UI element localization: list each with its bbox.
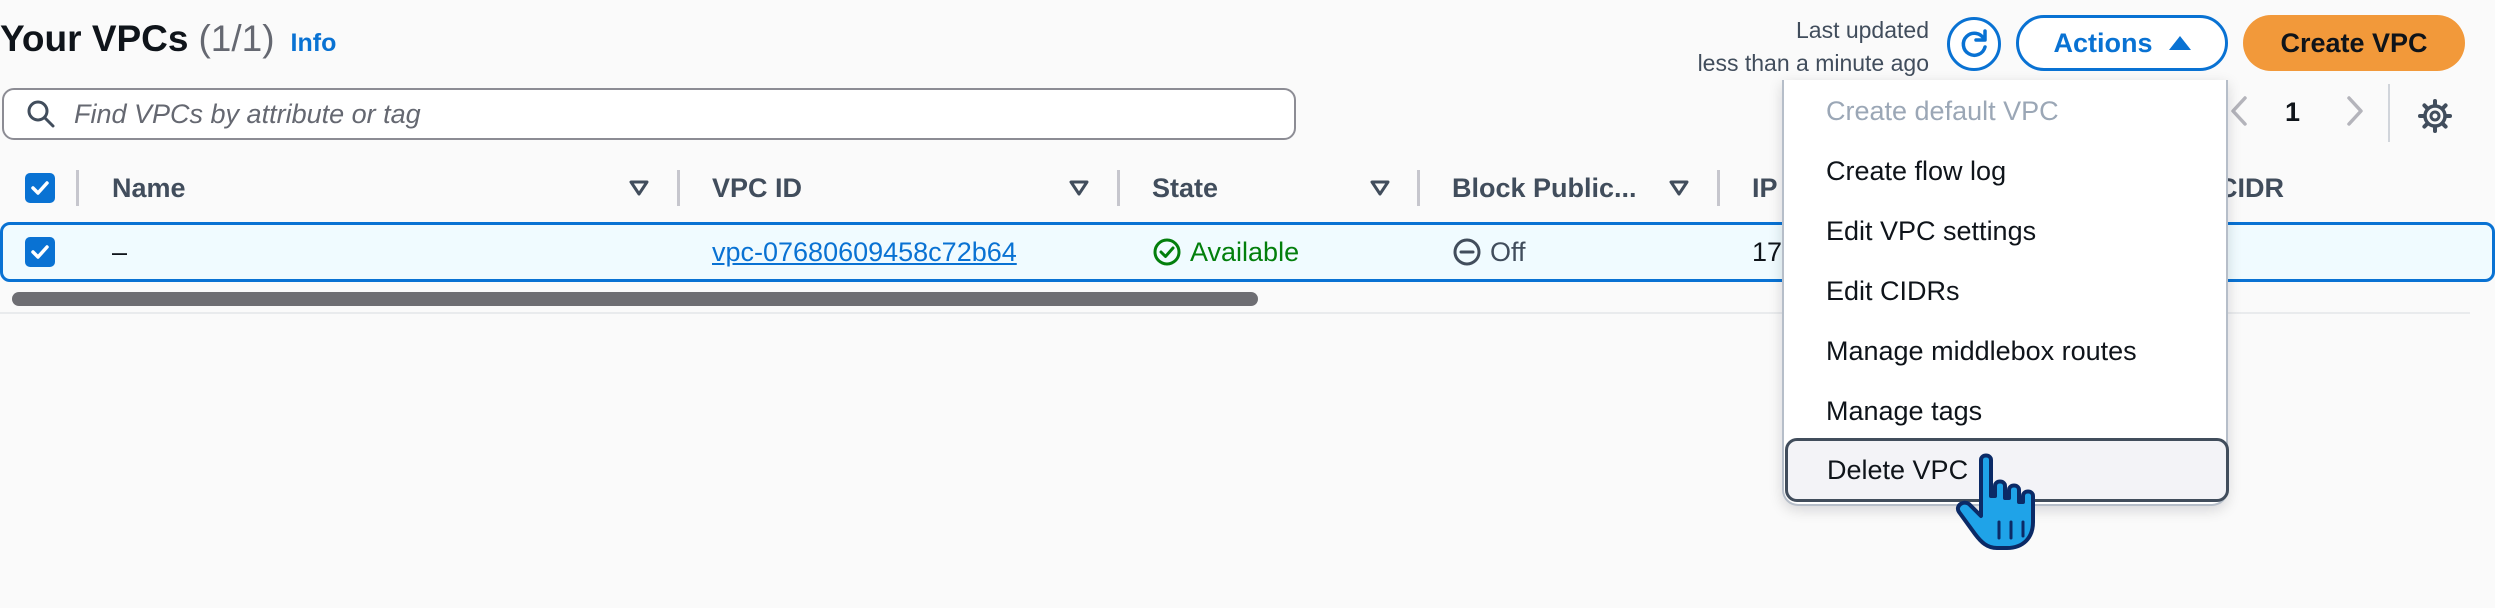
row-checkbox[interactable]: [25, 225, 55, 279]
search-input[interactable]: [74, 98, 1274, 130]
checkmark-icon: [31, 245, 49, 259]
sort-caret-icon[interactable]: [1068, 178, 1090, 198]
status-available: Available: [1152, 237, 1299, 268]
cell-block-public: Off: [1452, 225, 1526, 279]
checkbox-checked: [25, 237, 55, 267]
menu-item-manage-tags[interactable]: Manage tags: [1784, 382, 2230, 440]
select-all-checkbox[interactable]: [25, 160, 55, 216]
page-title: Your VPCs (1/1) Info: [0, 18, 336, 60]
cell-ipv4-cidr: 17: [1752, 236, 1783, 267]
selection-count: (1/1): [198, 18, 275, 59]
vpc-id-link[interactable]: vpc-07680609458c72b64: [712, 237, 1017, 268]
actions-dropdown-menu: Create default VPC Create flow log Edit …: [1782, 80, 2230, 506]
cell-name: –: [112, 236, 128, 267]
table-settings-button[interactable]: [2415, 96, 2455, 136]
checkmark-icon: [31, 181, 49, 195]
refresh-icon: [1961, 29, 1987, 57]
page-title-text: Your VPCs: [0, 18, 189, 59]
menu-item-edit-cidrs[interactable]: Edit CIDRs: [1784, 262, 2230, 320]
create-vpc-button[interactable]: Create VPC: [2243, 15, 2465, 71]
column-header-state[interactable]: State: [1152, 160, 1218, 216]
sort-caret-icon[interactable]: [628, 178, 650, 198]
hand-pointer-cursor-icon: [1956, 453, 2035, 550]
column-separator: [677, 170, 680, 206]
caret-up-icon: [2168, 36, 2191, 50]
menu-item-create-flow-log[interactable]: Create flow log: [1784, 142, 2230, 200]
checkbox-checked: [25, 173, 55, 203]
column-separator: [1417, 170, 1420, 206]
column-separator: [76, 170, 79, 206]
status-off: Off: [1452, 237, 1526, 268]
cell-vpc-id: vpc-07680609458c72b64: [712, 225, 1017, 279]
info-link[interactable]: Info: [291, 29, 337, 58]
column-header-vpc-id[interactable]: VPC ID: [712, 160, 802, 216]
chevron-right-icon[interactable]: [2344, 94, 2366, 137]
search-bar: [2, 88, 1296, 140]
gear-icon: [2418, 99, 2452, 133]
status-off-text: Off: [1490, 236, 1526, 267]
search-icon: [27, 100, 55, 128]
pagination-divider: [2388, 84, 2390, 142]
column-separator: [1117, 170, 1120, 206]
status-text: Available: [1190, 236, 1300, 267]
actions-button[interactable]: Actions: [2016, 15, 2228, 71]
check-circle-icon: [1153, 238, 1181, 266]
last-updated: Last updated less than a minute ago: [1698, 14, 1929, 80]
column-header-block-public[interactable]: Block Public...: [1452, 160, 1637, 216]
actions-button-label: Actions: [2053, 27, 2153, 58]
last-updated-label: Last updated: [1795, 17, 1929, 43]
menu-item-manage-middlebox-routes[interactable]: Manage middlebox routes: [1784, 322, 2230, 380]
last-updated-value: less than a minute ago: [1697, 50, 1929, 76]
chevron-left-icon[interactable]: [2228, 94, 2250, 137]
column-header-ipv4-cidr[interactable]: IP: [1752, 160, 1778, 216]
refresh-button[interactable]: [1947, 17, 2001, 71]
column-separator: [1717, 170, 1720, 206]
pagination-current-page[interactable]: 1: [2285, 97, 2300, 128]
cell-state: Available: [1152, 225, 1299, 279]
sort-caret-icon[interactable]: [1369, 178, 1391, 198]
minus-circle-icon: [1453, 238, 1481, 266]
menu-item-create-default-vpc: Create default VPC: [1826, 95, 2059, 126]
menu-item-edit-vpc-settings[interactable]: Edit VPC settings: [1784, 202, 2230, 260]
horizontal-scrollbar[interactable]: [12, 292, 1258, 306]
sort-caret-icon[interactable]: [1668, 178, 1690, 198]
column-header-name[interactable]: Name: [112, 160, 186, 216]
